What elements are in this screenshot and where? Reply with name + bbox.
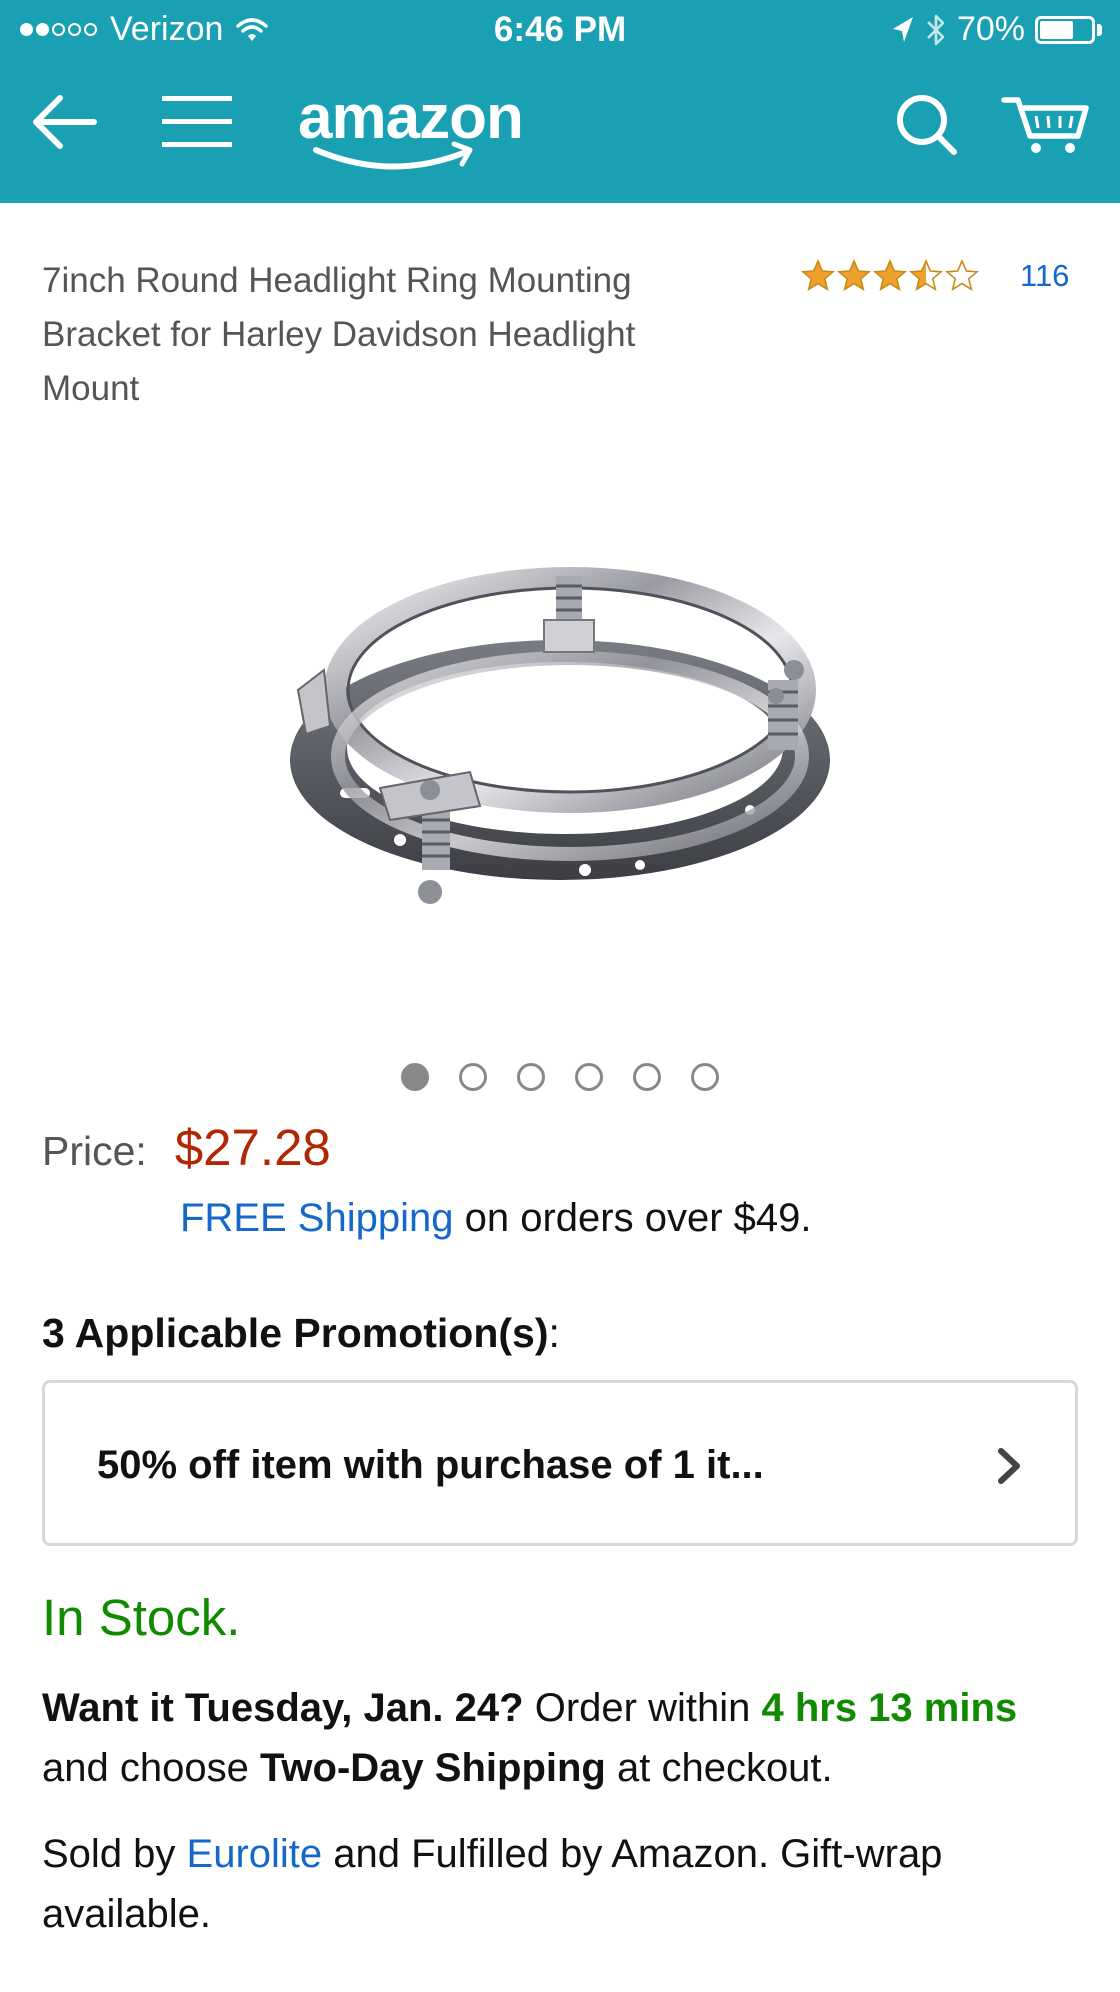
carousel-dot[interactable] bbox=[575, 1063, 603, 1091]
battery-percent: 70% bbox=[956, 10, 1025, 48]
carousel-dot[interactable] bbox=[401, 1063, 429, 1091]
countdown-timer: 4 hrs 13 mins bbox=[761, 1686, 1018, 1730]
product-title: 7inch Round Headlight Ring Mounting Brac… bbox=[42, 261, 636, 408]
shipping-option: Two-Day Shipping bbox=[259, 1746, 606, 1790]
cart-icon[interactable] bbox=[1000, 90, 1092, 158]
top-bar: Verizon 6:46 PM 70% amazon bbox=[0, 0, 1120, 203]
promotion-text: 50% off item with purchase of 1 it... bbox=[97, 1443, 764, 1487]
product-image[interactable] bbox=[280, 520, 840, 910]
carousel-dot[interactable] bbox=[691, 1063, 719, 1091]
status-right: 70% bbox=[889, 10, 1102, 49]
stock-status: In Stock. bbox=[42, 1589, 241, 1646]
star-full-icon bbox=[837, 258, 871, 291]
order-within-text: Order within bbox=[523, 1686, 762, 1730]
product-rating[interactable]: 116 bbox=[800, 258, 1069, 294]
bluetooth-icon bbox=[927, 14, 945, 45]
star-full-icon bbox=[873, 258, 907, 291]
search-icon[interactable] bbox=[892, 90, 960, 158]
price-label: Price: bbox=[42, 1128, 147, 1174]
star-full-icon bbox=[801, 258, 835, 291]
image-carousel-dots[interactable] bbox=[0, 1063, 1120, 1091]
sold-by-text: Sold by bbox=[42, 1832, 187, 1876]
price-value: $27.28 bbox=[174, 1119, 331, 1176]
status-bar: Verizon 6:46 PM 70% bbox=[0, 0, 1120, 62]
star-rating bbox=[800, 258, 980, 294]
promotion-card[interactable]: 50% off item with purchase of 1 it... bbox=[42, 1380, 1078, 1546]
nav-bar: amazon bbox=[0, 62, 1120, 203]
promotions-heading: 3 Applicable Promotion(s): bbox=[42, 1310, 560, 1357]
amazon-logo-text: amazon bbox=[298, 83, 523, 152]
rating-count-link[interactable]: 116 bbox=[1020, 258, 1069, 294]
location-arrow-icon bbox=[892, 16, 913, 42]
shipping-condition: on orders over $49. bbox=[453, 1196, 812, 1240]
battery-icon bbox=[1035, 15, 1102, 44]
amazon-logo[interactable]: amazon bbox=[296, 82, 556, 172]
delivery-info: Want it Tuesday, Jan. 24? Order within 4… bbox=[42, 1678, 1082, 1798]
back-arrow-icon[interactable] bbox=[28, 90, 100, 154]
shipping-info: FREE Shipping on orders over $49. bbox=[180, 1196, 811, 1241]
star-empty-icon bbox=[945, 258, 979, 291]
delivery-date: Want it Tuesday, Jan. 24? bbox=[42, 1686, 524, 1730]
hamburger-menu-icon[interactable] bbox=[160, 90, 234, 154]
seller-link[interactable]: Eurolite bbox=[187, 1832, 323, 1876]
star-half-icon bbox=[909, 258, 943, 291]
at-checkout-text: at checkout. bbox=[605, 1746, 833, 1790]
promotions-heading-text: 3 Applicable Promotion(s) bbox=[42, 1310, 549, 1356]
chevron-right-icon bbox=[998, 1448, 1020, 1484]
promotions-heading-colon: : bbox=[548, 1310, 560, 1356]
seller-info: Sold by Eurolite and Fulfilled by Amazon… bbox=[42, 1824, 1082, 1944]
carousel-dot[interactable] bbox=[633, 1063, 661, 1091]
free-shipping-link[interactable]: FREE Shipping bbox=[180, 1196, 453, 1240]
carousel-dot[interactable] bbox=[517, 1063, 545, 1091]
carousel-dot[interactable] bbox=[459, 1063, 487, 1091]
and-choose-text: and choose bbox=[42, 1746, 260, 1790]
price-row: Price: $27.28 bbox=[42, 1118, 331, 1177]
